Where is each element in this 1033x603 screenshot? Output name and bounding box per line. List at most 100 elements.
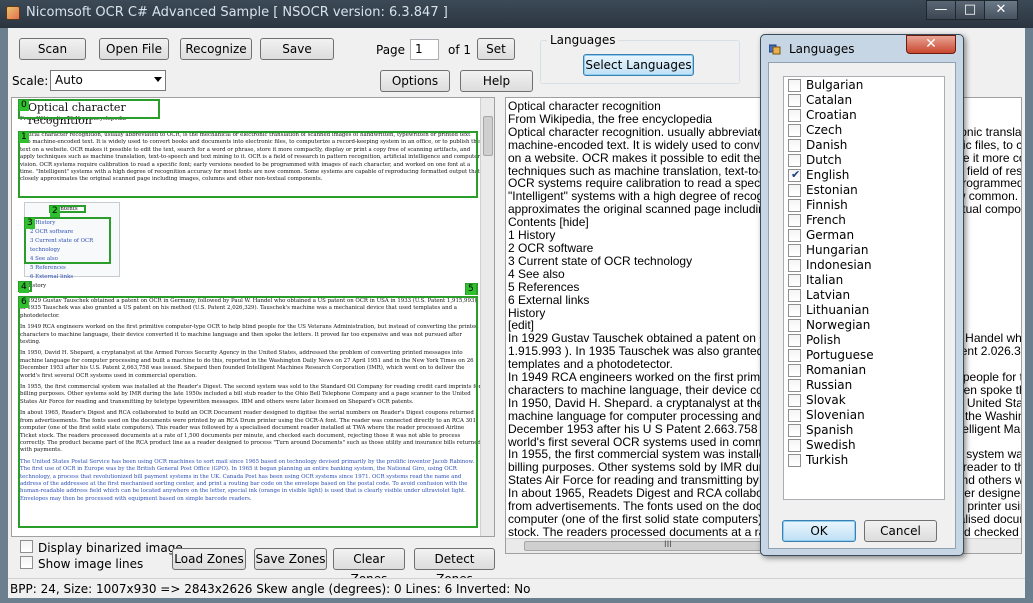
select-languages-button[interactable]: Select Languages: [583, 54, 694, 76]
language-item[interactable]: Swedish: [788, 439, 856, 453]
scale-select[interactable]: Auto: [50, 70, 166, 91]
ok-button[interactable]: OK: [782, 520, 856, 542]
page-label: Page: [376, 43, 406, 57]
language-checkbox[interactable]: [788, 79, 801, 92]
language-item[interactable]: Croatian: [788, 109, 857, 123]
language-name: Spanish: [806, 423, 854, 437]
language-checkbox[interactable]: [788, 289, 801, 302]
language-name: Finnish: [806, 198, 848, 212]
maximize-button[interactable]: □: [955, 0, 985, 20]
save-button[interactable]: Save: [260, 38, 334, 60]
recognize-button[interactable]: Recognize: [180, 38, 252, 60]
language-checkbox[interactable]: [788, 199, 801, 212]
options-button[interactable]: Options: [380, 70, 450, 92]
dialog-app-icon: [769, 44, 781, 55]
language-item[interactable]: Estonian: [788, 184, 858, 198]
language-checkbox[interactable]: ✔: [788, 168, 801, 182]
language-item[interactable]: Slovenian: [788, 409, 865, 423]
ocr-zone[interactable]: 2: [49, 205, 86, 217]
page-count: of 1: [448, 43, 472, 57]
scan-button[interactable]: Scan: [19, 38, 86, 60]
language-item[interactable]: Lithuanian: [788, 304, 869, 318]
load-zones-button[interactable]: Load Zones: [172, 548, 246, 570]
language-checkbox[interactable]: [788, 109, 801, 122]
language-name: Danish: [806, 138, 848, 152]
ocr-zone[interactable]: 0: [18, 99, 160, 119]
scrollbar-thumb[interactable]: [483, 116, 493, 156]
language-list[interactable]: Bulgarian Catalan Croatian Czech Danish Dutch…: [783, 76, 945, 500]
close-button[interactable]: ✕: [984, 0, 1018, 20]
page-input[interactable]: 1: [410, 39, 439, 60]
language-checkbox[interactable]: [788, 184, 801, 197]
language-checkbox[interactable]: [788, 394, 801, 407]
language-item[interactable]: Russian: [788, 379, 852, 393]
language-item[interactable]: French: [788, 214, 846, 228]
language-checkbox[interactable]: [788, 409, 801, 422]
language-item[interactable]: Finnish: [788, 199, 848, 213]
language-checkbox[interactable]: [788, 454, 801, 467]
save-zones-button[interactable]: Save Zones: [254, 548, 327, 570]
open-file-button[interactable]: Open File: [99, 38, 169, 60]
language-checkbox[interactable]: [788, 424, 801, 437]
ocr-zone[interactable]: 5: [465, 283, 478, 295]
language-checkbox[interactable]: [788, 334, 801, 347]
language-item[interactable]: Norwegian: [788, 319, 870, 333]
scrollbar-grip: III: [664, 540, 672, 550]
clear-zones-button[interactable]: Clear Zones: [333, 548, 405, 586]
ocr-zone[interactable]: 3: [24, 217, 111, 264]
ocr-zone[interactable]: 6: [18, 296, 478, 528]
language-item[interactable]: Hungarian: [788, 244, 868, 258]
language-item[interactable]: Indonesian: [788, 259, 872, 273]
language-item[interactable]: Romanian: [788, 364, 866, 378]
language-item[interactable]: Spanish: [788, 424, 853, 438]
language-checkbox[interactable]: [788, 439, 801, 452]
language-checkbox[interactable]: [788, 364, 801, 377]
language-checkbox[interactable]: [788, 229, 801, 242]
language-checkbox[interactable]: [788, 319, 801, 332]
language-checkbox[interactable]: [788, 349, 801, 362]
language-checkbox[interactable]: [788, 259, 801, 272]
dialog-close-button[interactable]: ✕: [906, 35, 956, 54]
image-view[interactable]: Optical character recognition From Wikip…: [11, 97, 495, 537]
language-checkbox[interactable]: [788, 124, 801, 137]
language-checkbox[interactable]: [788, 214, 801, 227]
language-item[interactable]: Slovak: [788, 394, 846, 408]
language-name: Slovenian: [806, 408, 865, 422]
language-item[interactable]: Latvian: [788, 289, 850, 303]
cancel-button[interactable]: Cancel: [864, 520, 937, 542]
language-item[interactable]: Polish: [788, 334, 841, 348]
languages-group-label: Languages: [547, 33, 619, 47]
language-checkbox[interactable]: [788, 379, 801, 392]
language-name: Bulgarian: [806, 78, 864, 92]
language-checkbox[interactable]: [788, 154, 801, 167]
minimize-button[interactable]: —: [926, 0, 956, 20]
ocr-zone[interactable]: 4: [18, 281, 32, 293]
language-item[interactable]: Catalan: [788, 94, 852, 108]
language-item[interactable]: Italian: [788, 274, 843, 288]
chevron-down-icon: [154, 77, 162, 82]
show-image-lines-checkbox[interactable]: [20, 556, 33, 569]
language-item[interactable]: Turkish: [788, 454, 848, 468]
display-binarized-checkbox[interactable]: [20, 540, 33, 553]
language-checkbox[interactable]: [788, 244, 801, 257]
language-name: Croatian: [806, 108, 857, 122]
language-item[interactable]: Portuguese: [788, 349, 874, 363]
language-name: English: [806, 168, 850, 182]
language-item[interactable]: Bulgarian: [788, 79, 863, 93]
window-title: Nicomsoft OCR C# Advanced Sample [ NSOCR…: [26, 5, 448, 20]
set-page-button[interactable]: Set: [477, 38, 515, 60]
image-scrollbar[interactable]: [480, 98, 494, 536]
language-item[interactable]: Dutch: [788, 154, 842, 168]
language-item[interactable]: Czech: [788, 124, 842, 138]
language-item[interactable]: Danish: [788, 139, 847, 153]
ocr-zone[interactable]: 1: [18, 131, 478, 198]
language-name: German: [806, 228, 855, 242]
language-checkbox[interactable]: [788, 274, 801, 287]
help-button[interactable]: Help: [460, 70, 533, 92]
language-item[interactable]: ✔ English: [788, 168, 850, 183]
language-checkbox[interactable]: [788, 304, 801, 317]
language-checkbox[interactable]: [788, 94, 801, 107]
detect-zones-button[interactable]: Detect Zones: [414, 548, 495, 586]
language-checkbox[interactable]: [788, 139, 801, 152]
language-item[interactable]: German: [788, 229, 854, 243]
